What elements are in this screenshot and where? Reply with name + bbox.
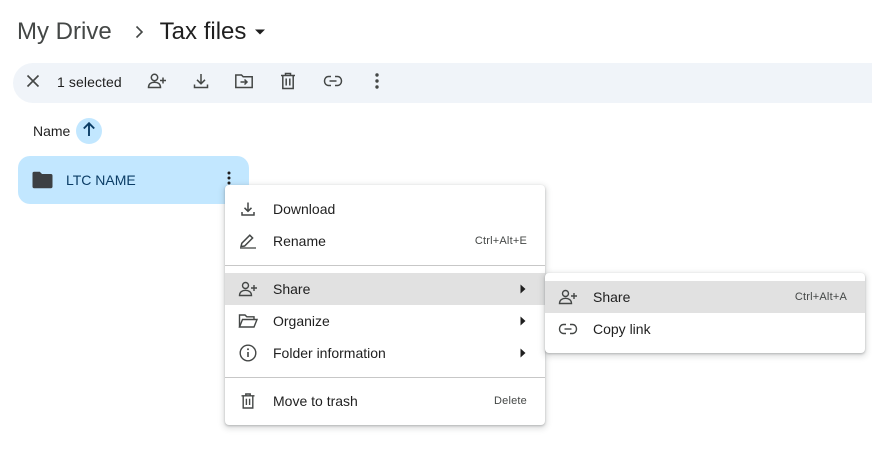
breadcrumb-current-label: Tax files xyxy=(159,18,247,45)
submenu-arrow-icon xyxy=(518,284,528,294)
menu-item-move-to-trash[interactable]: Move to trash Delete xyxy=(225,385,545,417)
menu-item-label: Copy link xyxy=(593,321,651,337)
menu-item-label: Organize xyxy=(273,313,330,329)
selected-count: 1 selected xyxy=(57,74,122,90)
download-icon xyxy=(238,199,258,219)
clear-selection-button[interactable] xyxy=(17,67,49,99)
trash-icon xyxy=(238,391,258,411)
share-submenu: Share Ctrl+Alt+A Copy link xyxy=(545,273,865,353)
folder-open-icon xyxy=(238,311,258,331)
menu-item-label: Rename xyxy=(273,233,326,249)
breadcrumb-current-folder[interactable]: Tax files xyxy=(160,18,267,46)
download-button[interactable] xyxy=(185,67,217,99)
pencil-icon xyxy=(238,231,258,251)
folder-icon xyxy=(32,171,53,194)
menu-item-label: Share xyxy=(593,289,631,305)
breadcrumb-my-drive[interactable]: My Drive xyxy=(17,18,112,46)
copy-link-button[interactable] xyxy=(317,67,349,99)
chevron-right-icon xyxy=(134,25,144,39)
link-icon xyxy=(558,319,578,339)
close-icon xyxy=(26,74,40,93)
menu-item-organize[interactable]: Organize xyxy=(225,305,545,337)
sort-direction-button[interactable] xyxy=(76,118,103,144)
more-vert-icon xyxy=(375,72,379,94)
menu-item-shortcut: Delete xyxy=(494,395,527,407)
menu-item-label: Download xyxy=(273,201,336,217)
folder-name: LTC NAME xyxy=(66,172,136,188)
submenu-arrow-icon xyxy=(518,316,528,326)
move-button[interactable] xyxy=(228,67,260,99)
menu-item-label: Share xyxy=(273,281,311,297)
selection-toolbar: 1 selected xyxy=(13,63,872,103)
menu-divider xyxy=(225,265,545,266)
menu-item-rename[interactable]: Rename Ctrl+Alt+E xyxy=(225,225,545,257)
share-icon xyxy=(238,279,258,299)
sort-label: Name xyxy=(33,123,71,139)
share-icon xyxy=(147,71,167,96)
menu-item-share[interactable]: Share xyxy=(225,273,545,305)
move-to-folder-icon xyxy=(234,72,254,95)
submenu-arrow-icon xyxy=(518,348,528,358)
sort-by-name-header[interactable]: Name xyxy=(33,118,103,144)
arrow-up-icon xyxy=(82,121,96,142)
link-icon xyxy=(323,74,343,92)
breadcrumb: My Drive Tax files xyxy=(17,14,266,50)
menu-item-download[interactable]: Download xyxy=(225,193,545,225)
folder-context-menu: Download Rename Ctrl+Alt+E Share Organiz… xyxy=(225,185,545,425)
info-icon xyxy=(238,343,258,363)
more-actions-button[interactable] xyxy=(361,67,393,99)
menu-item-shortcut: Ctrl+Alt+E xyxy=(474,235,527,247)
menu-divider xyxy=(225,377,545,378)
menu-item-folder-information[interactable]: Folder information xyxy=(225,337,545,369)
folder-tile-selected[interactable]: LTC NAME xyxy=(18,156,249,204)
share-button[interactable] xyxy=(141,67,173,99)
drive-window: My Drive Tax files 1 selected Name LTC N… xyxy=(0,0,872,463)
caret-down-icon xyxy=(254,28,266,36)
submenu-item-copy-link[interactable]: Copy link xyxy=(545,313,865,345)
menu-item-label: Move to trash xyxy=(273,393,358,409)
trash-button[interactable] xyxy=(272,67,304,99)
share-icon xyxy=(558,287,578,307)
menu-item-shortcut: Ctrl+Alt+A xyxy=(794,291,847,303)
menu-item-label: Folder information xyxy=(273,345,386,361)
download-icon xyxy=(192,72,210,95)
trash-icon xyxy=(280,72,296,95)
submenu-item-share[interactable]: Share Ctrl+Alt+A xyxy=(545,281,865,313)
